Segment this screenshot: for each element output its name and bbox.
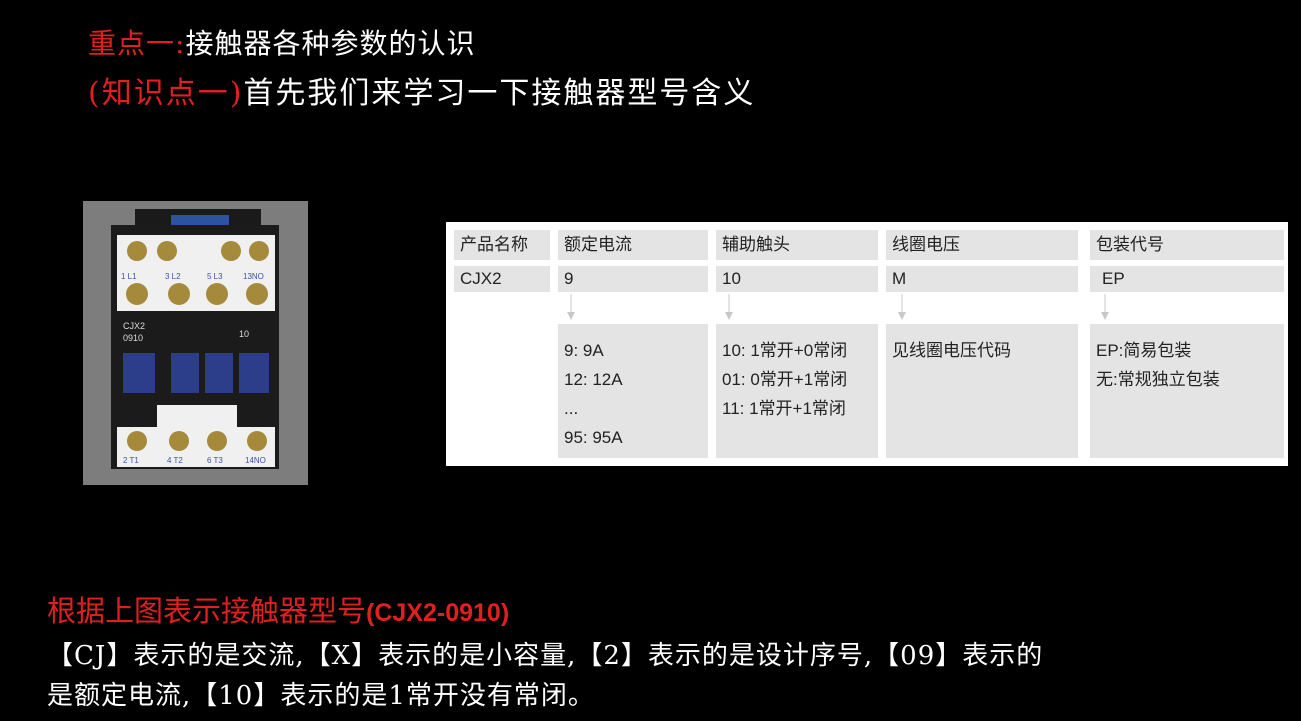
explanation-title-text: 根据上图表示接触器型号 bbox=[47, 594, 367, 628]
heading-subtopic: 首先我们来学习一下接触器型号含义 bbox=[243, 76, 756, 111]
explanation-line-1: 【CJ】表示的是交流,【X】表示的是小容量,【2】表示的是设计序号,【09】表示… bbox=[47, 641, 1044, 671]
arrow-down-icon bbox=[725, 294, 733, 320]
header-aux-contact: 辅助触头 bbox=[716, 230, 878, 260]
desc-current-item: 95: 95A bbox=[564, 428, 623, 447]
terminal-label-bottom-4: 14NO bbox=[245, 456, 266, 465]
explanation-text: 【CJ】表示的是交流,【X】表示的是小容量,【2】表示的是设计序号,【09】表示… bbox=[47, 636, 1287, 716]
value-aux-contact: 10 bbox=[716, 266, 878, 292]
terminal-label-bottom-2: 4 T2 bbox=[167, 456, 183, 465]
heading-knowledge-point: (知识点一) bbox=[88, 76, 244, 111]
heading-key-point: 重点一: bbox=[88, 27, 186, 60]
desc-current-item: 12: 12A bbox=[564, 370, 623, 389]
terminal-label-bottom-3: 6 T3 bbox=[207, 456, 223, 465]
header-coil-voltage: 线圈电压 bbox=[886, 230, 1078, 260]
desc-coil-voltage: 见线圈电压代码 bbox=[886, 324, 1078, 458]
desc-current-item: 9: 9A bbox=[564, 341, 604, 360]
desc-aux-item: 01: 0常开+1常闭 bbox=[722, 370, 848, 389]
contactor-photo: 1 L1 3 L2 5 L3 13NO CJX2 0910 10 2 T1 4 … bbox=[83, 201, 308, 485]
desc-package-item: EP:简易包装 bbox=[1096, 341, 1192, 360]
value-coil-voltage: M bbox=[886, 266, 1078, 292]
explanation-title: 根据上图表示接触器型号(CJX2-0910) bbox=[47, 588, 509, 630]
arrow-down-icon bbox=[1101, 294, 1109, 320]
arrow-down-icon bbox=[898, 294, 906, 320]
value-product-name: CJX2 bbox=[454, 266, 550, 292]
heading-line-1: 重点一:接触器各种参数的认识 bbox=[88, 22, 475, 62]
terminal-label-top-1: 1 L1 bbox=[121, 272, 137, 281]
terminal-label-top-3: 5 L3 bbox=[207, 272, 223, 281]
desc-package-item: 无:常规独立包装 bbox=[1096, 370, 1220, 389]
desc-aux-contact: 10: 1常开+0常闭 01: 0常开+1常闭 11: 1常开+1常闭 bbox=[716, 324, 878, 458]
value-rated-current: 9 bbox=[558, 266, 708, 292]
desc-aux-item: 11: 1常开+1常闭 bbox=[722, 399, 846, 418]
photo-aux-label: 10 bbox=[239, 329, 249, 339]
terminal-label-top-4: 13NO bbox=[243, 272, 264, 281]
desc-rated-current: 9: 9A 12: 12A ... 95: 95A bbox=[558, 324, 708, 458]
value-package-code: EP bbox=[1090, 266, 1284, 292]
heading-topic: 接触器各种参数的认识 bbox=[185, 27, 476, 60]
explanation-line-2: 是额定电流,【10】表示的是1常开没有常闭。 bbox=[47, 681, 595, 711]
header-product-name: 产品名称 bbox=[454, 230, 550, 260]
desc-package-code: EP:简易包装 无:常规独立包装 bbox=[1090, 324, 1284, 458]
photo-model-number: 0910 bbox=[123, 333, 143, 343]
terminal-label-top-2: 3 L2 bbox=[165, 272, 181, 281]
terminal-label-bottom-1: 2 T1 bbox=[123, 456, 139, 465]
header-rated-current: 额定电流 bbox=[558, 230, 708, 260]
desc-coil-item: 见线圈电压代码 bbox=[892, 341, 1011, 360]
photo-model-label: CJX2 bbox=[123, 321, 145, 331]
desc-aux-item: 10: 1常开+0常闭 bbox=[722, 341, 848, 360]
header-package-code: 包装代号 bbox=[1090, 230, 1284, 260]
heading-line-2: (知识点一)首先我们来学习一下接触器型号含义 bbox=[88, 68, 755, 112]
arrow-down-icon bbox=[567, 294, 575, 320]
explanation-title-model: (CJX2-0910) bbox=[366, 599, 510, 627]
model-code-table: 产品名称 额定电流 辅助触头 线圈电压 包装代号 CJX2 9 10 M EP … bbox=[446, 222, 1288, 466]
desc-current-item: ... bbox=[564, 399, 579, 418]
